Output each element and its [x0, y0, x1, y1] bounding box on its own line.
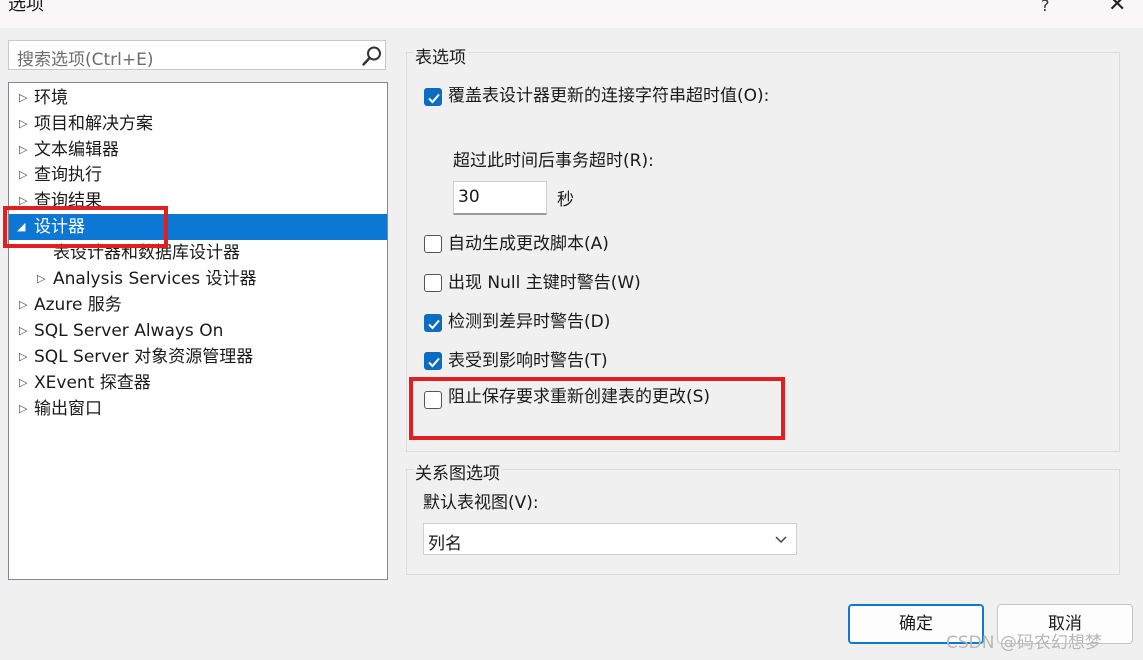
tree-item-label: 文本编辑器	[34, 140, 119, 160]
expand-arrow-icon[interactable]: ▷	[19, 344, 27, 370]
tree-item-azure[interactable]: ▷ Azure 服务	[9, 292, 387, 318]
affected-warning-label[interactable]: 表受到影响时警告(T)	[448, 350, 608, 372]
affected-warning-checkbox[interactable]	[424, 352, 442, 370]
default-view-value: 列名	[428, 534, 462, 554]
diagram-options-label: 关系图选项	[413, 459, 502, 484]
tree-item-label: SQL Server 对象资源管理器	[34, 347, 254, 367]
watermark: CSDN @码农幻想梦	[946, 633, 1102, 653]
diagram-options-group	[406, 469, 1120, 575]
help-icon[interactable]: ?	[1041, 0, 1050, 15]
expand-arrow-icon[interactable]: ▷	[19, 137, 27, 163]
tree-item-label: Analysis Services 设计器	[53, 269, 257, 289]
check-icon	[428, 319, 440, 330]
tree-item-label: SQL Server Always On	[34, 321, 224, 341]
chevron-down-icon[interactable]	[774, 532, 788, 546]
tree-item-object-explorer[interactable]: ▷ SQL Server 对象资源管理器	[9, 344, 387, 370]
expand-arrow-icon[interactable]: ▷	[19, 318, 27, 344]
highlight-box-designers	[3, 206, 168, 248]
highlight-box-prevent-save	[409, 377, 785, 440]
expand-arrow-icon[interactable]: ▷	[19, 396, 27, 422]
override-timeout-checkbox[interactable]	[424, 88, 442, 106]
diff-warning-checkbox[interactable]	[424, 314, 442, 332]
title-bar: 选项 ? ✕	[0, 0, 1143, 28]
tree-item-label: Azure 服务	[34, 295, 122, 315]
timeout-input[interactable]: 30	[453, 181, 547, 215]
window-title: 选项	[8, 0, 44, 15]
expand-arrow-icon[interactable]: ▷	[19, 111, 27, 137]
null-pk-warning-checkbox[interactable]	[424, 274, 442, 292]
expand-arrow-icon[interactable]: ▷	[19, 85, 27, 111]
check-icon	[428, 93, 440, 104]
tree-item-query-execution[interactable]: ▷ 查询执行	[9, 162, 387, 188]
expand-arrow-icon[interactable]: ▷	[19, 370, 27, 396]
search-icon[interactable]	[361, 45, 383, 67]
tree-item-projects[interactable]: ▷ 项目和解决方案	[9, 111, 387, 137]
null-pk-warning-label[interactable]: 出现 Null 主键时警告(W)	[448, 272, 641, 294]
tree-item-label: 输出窗口	[34, 399, 102, 419]
default-view-label: 默认表视图(V):	[423, 493, 539, 513]
timeout-label: 超过此时间后事务超时(R):	[453, 151, 654, 171]
expand-arrow-icon[interactable]: ▷	[19, 292, 27, 318]
tree-item-environment[interactable]: ▷ 环境	[9, 85, 387, 111]
tree-item-label: 项目和解决方案	[34, 114, 153, 134]
default-view-select[interactable]: 列名	[423, 523, 797, 555]
options-tree[interactable]: ▷ 环境 ▷ 项目和解决方案 ▷ 文本编辑器 ▷ 查询执行 ▷ 查询结果 ◢ 设…	[8, 82, 388, 580]
tree-item-text-editor[interactable]: ▷ 文本编辑器	[9, 137, 387, 163]
diff-warning-label[interactable]: 检测到差异时警告(D)	[448, 311, 610, 333]
tree-item-label: XEvent 探查器	[34, 373, 151, 393]
tree-item-output-window[interactable]: ▷ 输出窗口	[9, 396, 387, 422]
override-timeout-label[interactable]: 覆盖表设计器更新的连接字符串超时值(O):	[448, 85, 769, 107]
search-placeholder: 搜索选项(Ctrl+E)	[17, 50, 154, 70]
table-options-label: 表选项	[413, 43, 468, 68]
search-input[interactable]: 搜索选项(Ctrl+E)	[8, 40, 386, 70]
tree-item-analysis-services[interactable]: ▷ Analysis Services 设计器	[9, 266, 387, 292]
tree-item-label: 查询执行	[34, 165, 102, 185]
tree-item-label: 环境	[34, 88, 68, 108]
auto-script-label[interactable]: 自动生成更改脚本(A)	[448, 233, 609, 255]
expand-arrow-icon[interactable]: ▷	[19, 162, 27, 188]
timeout-value: 30	[458, 187, 480, 207]
tree-item-always-on[interactable]: ▷ SQL Server Always On	[9, 318, 387, 344]
check-icon	[428, 357, 440, 368]
expand-arrow-icon[interactable]: ▷	[37, 266, 45, 292]
auto-script-checkbox[interactable]	[424, 235, 442, 253]
close-icon[interactable]: ✕	[1108, 0, 1126, 17]
timeout-unit: 秒	[557, 190, 574, 210]
tree-item-xevent[interactable]: ▷ XEvent 探查器	[9, 370, 387, 396]
